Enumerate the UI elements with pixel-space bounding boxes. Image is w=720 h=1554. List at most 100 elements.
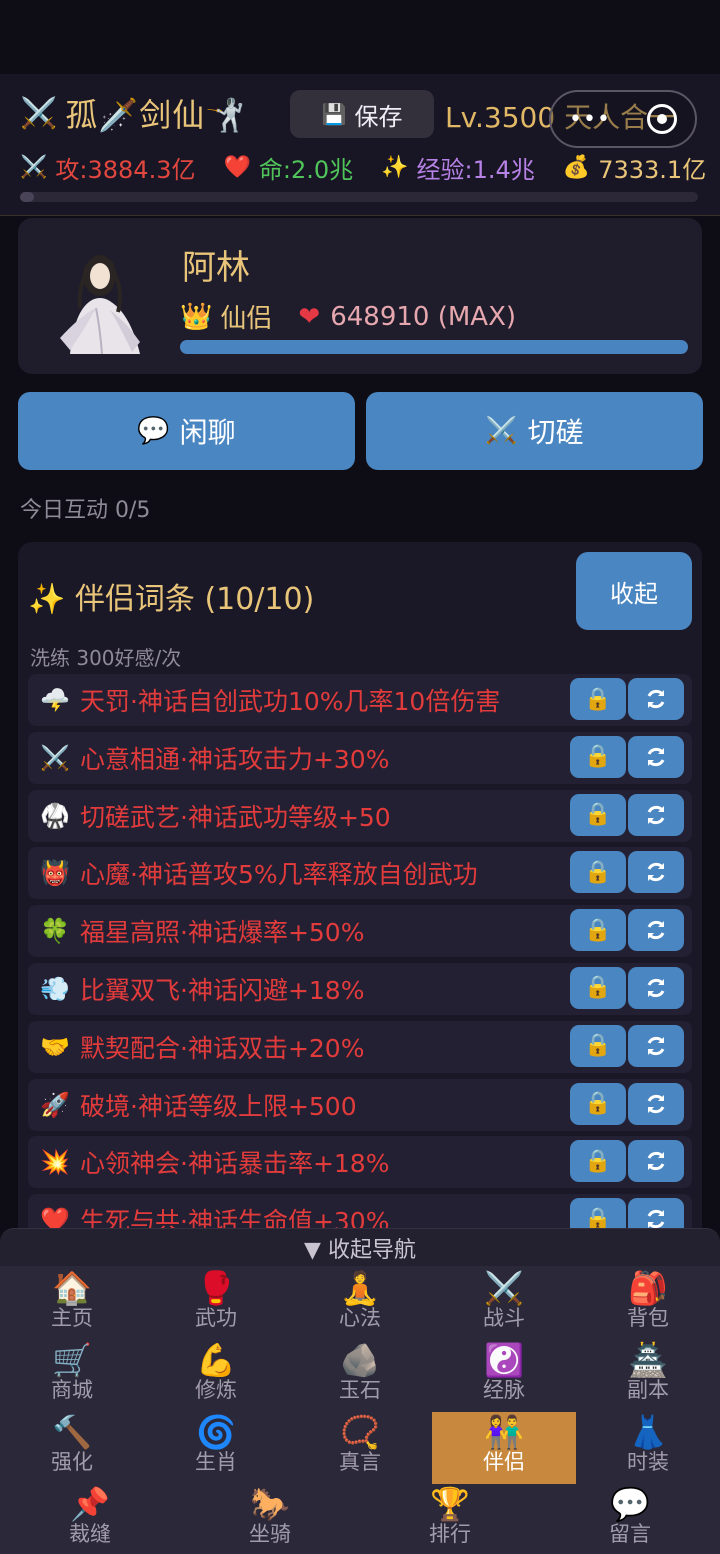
pagoda-icon: 🏯	[628, 1341, 668, 1379]
demon-mask-icon: 👹	[40, 859, 70, 888]
reroll-trait-button[interactable]	[628, 678, 684, 720]
companion-role: 仙侣	[220, 304, 273, 334]
nav-item-speech-bubble[interactable]: 💬 留言	[558, 1484, 702, 1554]
sparkles-icon: ✨	[28, 582, 66, 617]
close-miniprogram-icon[interactable]	[647, 104, 677, 134]
crossed-swords-icon: ⚔️	[40, 743, 70, 772]
lock-icon: 🔒	[584, 1148, 612, 1174]
spar-button[interactable]: ⚔️ 切磋	[366, 392, 703, 470]
nav-item-couple[interactable]: 👫 伴侣	[432, 1412, 576, 1484]
reroll-trait-button[interactable]	[628, 966, 684, 1009]
nav-item-dress[interactable]: 👗 时装	[576, 1412, 720, 1484]
nav-item-cyclone[interactable]: 🌀 生肖	[144, 1412, 288, 1484]
nav-item-horse[interactable]: 🐎 坐骑	[198, 1484, 342, 1554]
lock-trait-button[interactable]: 🔒	[570, 1024, 626, 1067]
nav-item-label: 心法	[339, 1306, 381, 1330]
reroll-trait-button[interactable]	[628, 1082, 684, 1125]
nav-item-label: 主页	[51, 1306, 93, 1330]
nav-item-flexed-biceps[interactable]: 💪 修炼	[144, 1340, 288, 1412]
nav-item-label: 伴侣	[483, 1450, 525, 1474]
reroll-trait-button[interactable]	[628, 735, 684, 778]
lock-trait-button[interactable]: 🔒	[570, 793, 626, 836]
rocket-icon: 🚀	[40, 1090, 70, 1119]
nav-item-pushpin[interactable]: 📌 裁缝	[18, 1484, 162, 1554]
nav-item-house[interactable]: 🏠 主页	[0, 1268, 144, 1340]
lock-trait-button[interactable]: 🔒	[570, 1140, 626, 1183]
collision-icon: 💥	[40, 1148, 70, 1177]
stat-value: 经验:1.4兆	[416, 156, 535, 184]
lock-trait-button[interactable]: 🔒	[570, 966, 626, 1009]
nav-item-yin-yang[interactable]: ☯️ 经脉	[432, 1340, 576, 1412]
lock-trait-button[interactable]: 🔒	[570, 851, 626, 894]
xp-progress-bar	[20, 192, 698, 202]
collapse-traits-button[interactable]: 收起	[576, 552, 692, 630]
trait-row: 🤝 默契配合·神话双击+20% 🔒	[28, 1020, 692, 1073]
lock-trait-button[interactable]: 🔒	[570, 1082, 626, 1125]
top-bar: ⚔️ 孤🗡️剑仙🤺 💾 保存 Lv.3500 天人合一 ••• ⚔️ 攻:3884…	[0, 74, 720, 216]
refresh-icon	[647, 1036, 665, 1055]
heart-icon: ❤	[298, 301, 321, 332]
lock-trait-button[interactable]: 🔒	[570, 909, 626, 952]
nav-item-label: 强化	[51, 1450, 93, 1474]
nav-item-label: 留言	[609, 1522, 651, 1546]
speech-bubble-icon: 💬	[610, 1485, 650, 1523]
traits-panel-title: ✨ 伴侣词条 (10/10)	[28, 574, 314, 618]
companion-card: 阿林 👑 仙侣 ❤ 648910 (MAX)	[18, 218, 702, 374]
nav-item-label: 修炼	[195, 1378, 237, 1402]
save-button[interactable]: 💾 保存	[290, 90, 434, 138]
nav-item-rock[interactable]: 🪨 玉石	[288, 1340, 432, 1412]
refresh-icon	[647, 1152, 665, 1171]
money-bag-icon: 💰	[562, 155, 591, 180]
couple-icon: 👫	[484, 1413, 524, 1451]
lock-icon: 🔒	[584, 859, 612, 885]
nav-item-prayer-beads[interactable]: 📿 真言	[288, 1412, 432, 1484]
speech-bubble-icon: 💬	[137, 416, 170, 446]
trait-row: 🥋 切磋武艺·神话武功等级+50 🔒	[28, 789, 692, 842]
rock-icon: 🪨	[340, 1341, 380, 1379]
traits-title-text: 伴侣词条 (10/10)	[74, 582, 315, 617]
chat-button[interactable]: 💬 闲聊	[18, 392, 355, 470]
stat-value: 命:2.0兆	[258, 156, 354, 184]
reroll-trait-button[interactable]	[628, 793, 684, 836]
shopping-cart-icon: 🛒	[52, 1341, 92, 1379]
nav-item-label: 时装	[627, 1450, 669, 1474]
companion-name: 阿林	[182, 248, 250, 288]
stat-heart: ❤️ 命:2.0兆	[223, 150, 353, 185]
reroll-trait-button[interactable]	[628, 909, 684, 952]
lock-icon: 🔒	[584, 744, 612, 770]
title-row: ⚔️ 孤🗡️剑仙🤺	[20, 90, 246, 136]
reroll-trait-button[interactable]	[628, 851, 684, 894]
trait-row: ⚔️ 心意相通·神话攻击力+30% 🔒	[28, 731, 692, 784]
lock-trait-button[interactable]: 🔒	[570, 678, 626, 720]
nav-item-label: 裁缝	[69, 1522, 111, 1546]
nav-item-backpack[interactable]: 🎒 背包	[576, 1268, 720, 1340]
affection-progress-fill	[180, 340, 688, 354]
bottom-navigation: 🏠 主页 🥊 武功 🧘 心法 ⚔️ 战斗 🎒 背包 🛒 商城 💪 修炼 🪨 玉石 ☯️ 经脉 🏯 副本 🔨 强化 🌀 生肖 📿 真…	[0, 1266, 720, 1554]
more-menu-icon[interactable]: •••	[569, 107, 611, 132]
nav-item-pagoda[interactable]: 🏯 副本	[576, 1340, 720, 1412]
trait-text: 福星高照·神话爆率+50%	[80, 918, 365, 948]
horse-icon: 🐎	[250, 1485, 290, 1523]
nav-item-boxing-glove[interactable]: 🥊 武功	[144, 1268, 288, 1340]
stat-sparkles: ✨ 经验:1.4兆	[381, 150, 535, 185]
trait-text: 切磋武艺·神话武功等级+50	[80, 802, 391, 832]
refresh-icon	[647, 747, 665, 766]
nav-item-label: 玉石	[339, 1378, 381, 1402]
trait-text: 破境·神话等级上限+500	[80, 1091, 357, 1121]
nav-item-hammer[interactable]: 🔨 强化	[0, 1412, 144, 1484]
cyclone-icon: 🌀	[196, 1413, 236, 1451]
companion-portrait	[40, 238, 158, 358]
yin-yang-icon: ☯️	[484, 1341, 524, 1379]
lock-trait-button[interactable]: 🔒	[570, 735, 626, 778]
reroll-trait-button[interactable]	[628, 1024, 684, 1067]
reroll-trait-button[interactable]	[628, 1140, 684, 1183]
sparkles-icon: ✨	[381, 155, 409, 180]
nav-item-meditation[interactable]: 🧘 心法	[288, 1268, 432, 1340]
player-stats: ⚔️ 攻:3884.3亿 ❤️ 命:2.0兆 ✨ 经验:1.4兆 💰 7333.1亿	[20, 150, 720, 185]
mini-program-capsule[interactable]: •••	[549, 90, 697, 148]
nav-item-shopping-cart[interactable]: 🛒 商城	[0, 1340, 144, 1412]
nav-item-trophy[interactable]: 🏆 排行	[378, 1484, 522, 1554]
collapse-nav-toggle[interactable]: ▼ 收起导航	[0, 1228, 720, 1266]
nav-item-crossed-swords[interactable]: ⚔️ 战斗	[432, 1268, 576, 1340]
lock-icon: 🔒	[584, 917, 612, 943]
